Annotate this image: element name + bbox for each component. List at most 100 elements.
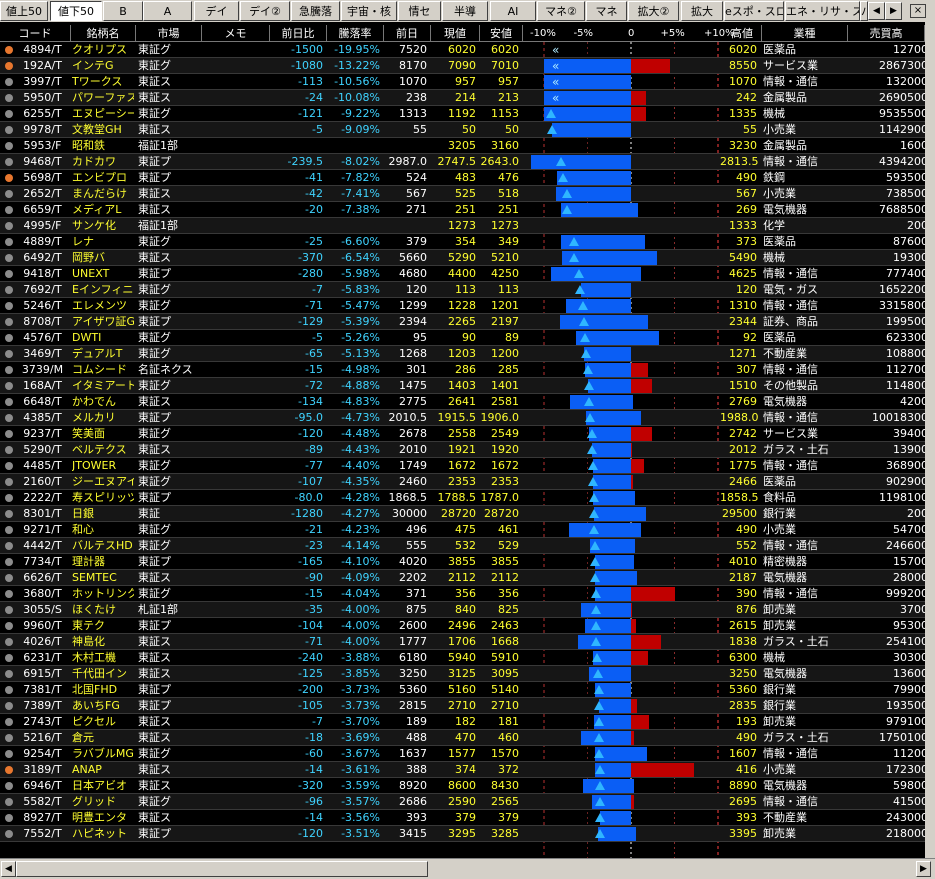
header-low[interactable]: 安値	[480, 25, 523, 42]
table-row[interactable]: 7692/T Eインフィニ 東証グ -7 -5.83% 120 113 113 120 電気・ガス…	[0, 282, 925, 298]
tab-10[interactable]: AI	[490, 1, 536, 21]
tab-scroll-right-button[interactable]: ▶	[885, 2, 902, 20]
scroll-thumb[interactable]	[16, 861, 428, 877]
tab-3[interactable]: A	[143, 1, 192, 21]
stock-code: 9978/T	[23, 123, 62, 136]
table-row[interactable]: 4385/T メルカリ 東証プ -95.0 -4.73% 2010.5 1915.5 1906…	[0, 410, 925, 426]
table-row[interactable]: 7734/T 理計器 東証プ -165 -4.10% 4020 3855 3855 4010 精密…	[0, 554, 925, 570]
scroll-left-button[interactable]: ◀	[1, 861, 16, 877]
table-row[interactable]: 3739/M コムシード 名証ネクス -15 -4.98% 301 286 285 307 情報・…	[0, 362, 925, 378]
table-row[interactable]: 9237/T 笑美面 東証グ -120 -4.48% 2678 2558 2549 2742 サー…	[0, 426, 925, 442]
header-memo[interactable]: メモ	[202, 25, 270, 42]
tab-8[interactable]: 情セ	[398, 1, 441, 21]
header-name[interactable]: 銘柄名	[71, 25, 136, 42]
table-row[interactable]: 6659/T メディアL 東証ス -20 -7.38% 271 251 251 269 電気機器 7…	[0, 202, 925, 218]
stock-code: 7692/T	[23, 283, 62, 296]
header-volume[interactable]: 売買高	[848, 25, 925, 42]
tab-5[interactable]: デイ②	[240, 1, 290, 21]
tab-2[interactable]: B	[103, 1, 143, 21]
range-bar-down	[598, 699, 631, 713]
vertical-scrollbar[interactable]	[925, 22, 935, 858]
horizontal-scrollbar[interactable]: ◀ ▶	[0, 858, 935, 879]
table-row[interactable]: 7389/T あいちFG 東証プ -105 -3.73% 2815 2710 2710 2835…	[0, 698, 925, 714]
table-row[interactable]: 9254/T ラバブルMG 東証グ -60 -3.67% 1637 1577 1570 1607…	[0, 746, 925, 762]
table-row[interactable]: 4894/T クオリプス 東証グ -1500 -19.95% 7520 6020 6020 « 6…	[0, 42, 925, 58]
table-row[interactable]: 192A/T インテG 東証グ -1080 -13.22% 8170 7090 7010 « 85…	[0, 58, 925, 74]
close-icon[interactable]: ×	[910, 4, 926, 18]
table-row[interactable]: 2222/T 寿スピリッツ 東証プ -80.0 -4.28% 1868.5 1788.5 17…	[0, 490, 925, 506]
tab-6[interactable]: 急騰落	[291, 1, 340, 21]
offscale-marker-icon: «	[552, 75, 560, 89]
table-row[interactable]: 5216/T 倉元 東証ス -18 -3.69% 488 470 460 490 ガラス・土石 17…	[0, 730, 925, 746]
low-price: 50	[505, 123, 519, 136]
table-row[interactable]: 5582/T グリッド 東証グ -96 -3.57% 2686 2590 2565 2695 情報…	[0, 794, 925, 810]
industry: 医薬品	[763, 235, 796, 248]
table-row[interactable]: 5290/T ベルテクス 東証ス -89 -4.43% 2010 1921 1920 2012 ガ…	[0, 442, 925, 458]
tab-4[interactable]: デイ	[194, 1, 239, 21]
header-prev[interactable]: 前日	[384, 25, 431, 42]
table-row[interactable]: 5953/F 昭和鉄 福証1部 3205 3160 3230 金属製品 1600	[0, 138, 925, 154]
header-market[interactable]: 市場	[136, 25, 202, 42]
header-industry[interactable]: 業種	[762, 25, 848, 42]
table-row[interactable]: 9271/T 和心 東証グ -21 -4.23% 496 475 461 490 小売業 54700	[0, 522, 925, 538]
table-row[interactable]: 8927/T 明豊エンタ 東証ス -14 -3.56% 393 379 379 393 不動産業 2…	[0, 810, 925, 826]
table-row[interactable]: 168A/T イタミアート 東証グ -72 -4.88% 1475 1403 1401 1510…	[0, 378, 925, 394]
header-current[interactable]: 現値	[431, 25, 480, 42]
tab-13[interactable]: 拡大②	[628, 1, 679, 21]
tab-17[interactable]: バイオ	[860, 1, 868, 21]
table-row[interactable]: 6648/T かわでん 東証ス -134 -4.83% 2775 2641 2581 2769 電…	[0, 394, 925, 410]
header-high[interactable]: 高値	[723, 25, 762, 42]
table-row[interactable]: 4995/F サンケ化 福証1部 1273 1273 1333 化学 200	[0, 218, 925, 234]
table-row[interactable]: 3189/T ANAP 東証ス -14 -3.61% 388 374 372 416 小売業 172…	[0, 762, 925, 778]
tab-9[interactable]: 半導	[442, 1, 488, 21]
table-row[interactable]: 5698/T エンビプロ 東証プ -41 -7.82% 524 483 476 490 鉄鋼 593…	[0, 170, 925, 186]
tab-scroll-left-button[interactable]: ◀	[868, 2, 885, 20]
table-row[interactable]: 6946/T 日本アビオ 東証ス -320 -3.59% 8920 8600 8430 8890…	[0, 778, 925, 794]
table-row[interactable]: 2743/T ピクセル 東証ス -7 -3.70% 189 182 181 193 卸売業 9791…	[0, 714, 925, 730]
table-row[interactable]: 4485/T JTOWER 東証グ -77 -4.40% 1749 1672 1672 1775…	[0, 458, 925, 474]
scroll-right-button[interactable]: ▶	[916, 861, 931, 877]
table-row[interactable]: 8708/T アイザワ証G 東証プ -129 -5.39% 2394 2265 2197 234…	[0, 314, 925, 330]
table-row[interactable]: 5246/T エレメンツ 東証グ -71 -5.47% 1299 1228 1201 1310 情…	[0, 298, 925, 314]
table-row[interactable]: 2652/T まんだらけ 東証ス -42 -7.41% 567 525 518 567 小売業 73…	[0, 186, 925, 202]
table-row[interactable]: 3055/S ほくたけ 札証1部 -35 -4.00% 875 840 825 876 卸売業 37…	[0, 602, 925, 618]
table-row[interactable]: 6255/T エヌピーシー 東証グ -121 -9.22% 1313 1192 1153 133…	[0, 106, 925, 122]
table-row[interactable]: 9978/T 文教堂GH 東証ス -5 -9.09% 55 50 50 55 小売業 1142900	[0, 122, 925, 138]
tab-11[interactable]: マネ②	[537, 1, 585, 21]
table-row[interactable]: 3680/T ホットリンク 東証グ -15 -4.04% 371 356 356 390 情報・通…	[0, 586, 925, 602]
table-row[interactable]: 4442/T バルテスHD 東証グ -23 -4.14% 555 532 529 552 情報・通…	[0, 538, 925, 554]
low-price: 1401	[491, 379, 519, 392]
table-row[interactable]: 5950/T パワーファス 東証ス -24 -10.08% 238 214 213 « 242 金属…	[0, 90, 925, 106]
table-row[interactable]: 4576/T DWTI 東証グ -5 -5.26% 95 90 89 92 医薬品 623300	[0, 330, 925, 346]
table-row[interactable]: 6626/T SEMTEC 東証ス -90 -4.09% 2202 2112 2112 2187…	[0, 570, 925, 586]
table-row[interactable]: 3469/T デュアルT 東証グ -65 -5.13% 1268 1203 1200 1271 不…	[0, 346, 925, 362]
header-change[interactable]: 前日比	[270, 25, 327, 42]
table-row[interactable]: 7381/T 北国FHD 東証プ -200 -3.73% 5360 5160 5140 5360…	[0, 682, 925, 698]
table-row[interactable]: 2160/T ジーエヌアイ 東証グ -107 -4.35% 2460 2353 2353 246…	[0, 474, 925, 490]
table-row[interactable]: 3997/T Tワークス 東証ス -113 -10.56% 1070 957 957 « 1070…	[0, 74, 925, 90]
tab-1[interactable]: 値下50	[50, 1, 102, 21]
current-price-marker-icon	[583, 381, 594, 390]
tab-12[interactable]: マネ	[586, 1, 627, 21]
tab-16[interactable]: エネ・リサ・スロ	[785, 1, 860, 21]
table-row[interactable]: 4026/T 神島化 東証ス -71 -4.00% 1777 1706 1668 1838 ガラス…	[0, 634, 925, 650]
table-row[interactable]: 7552/T ハピネット 東証プ -120 -3.51% 3415 3295 3285 3395…	[0, 826, 925, 842]
table-row[interactable]: 6492/T 岡野バ 東証ス -370 -6.54% 5660 5290 5210 5490 機械…	[0, 250, 925, 266]
prev-close	[384, 218, 430, 234]
table-row[interactable]: 6231/T 木村工機 東証ス -240 -3.88% 6180 5940 5910 6300 機…	[0, 650, 925, 666]
tab-7[interactable]: 宇宙・核	[341, 1, 397, 21]
table-row[interactable]: 6915/T 千代田イン 東証ス -125 -3.85% 3250 3125 3095 3250…	[0, 666, 925, 682]
table-row[interactable]: 9468/T カドカワ 東証プ -239.5 -8.02% 2987.0 2747.5 264…	[0, 154, 925, 170]
status-dot-icon	[5, 590, 13, 598]
table-row[interactable]: 4889/T レナ 東証グ -25 -6.60% 379 354 349 373 医薬品 87600	[0, 234, 925, 250]
tab-15[interactable]: eスポ・スロ	[724, 1, 784, 21]
table-row[interactable]: 9418/T UNEXT 東証プ -280 -5.98% 4680 4400 4250 4625…	[0, 266, 925, 282]
market: 東証ス	[138, 91, 171, 104]
tab-14[interactable]: 拡大	[681, 1, 723, 21]
stock-name: パワーファス	[72, 91, 134, 104]
header-code[interactable]: コード	[0, 25, 71, 42]
table-row[interactable]: 9960/T 東テク 東証プ -104 -4.00% 2600 2496 2463 2615 卸売…	[0, 618, 925, 634]
tab-0[interactable]: 値上50	[0, 1, 48, 21]
header-rate[interactable]: 騰落率	[327, 25, 384, 42]
table-row[interactable]: 8301/T 日銀 東証 -1280 -4.27% 30000 28720 28720 2950…	[0, 506, 925, 522]
